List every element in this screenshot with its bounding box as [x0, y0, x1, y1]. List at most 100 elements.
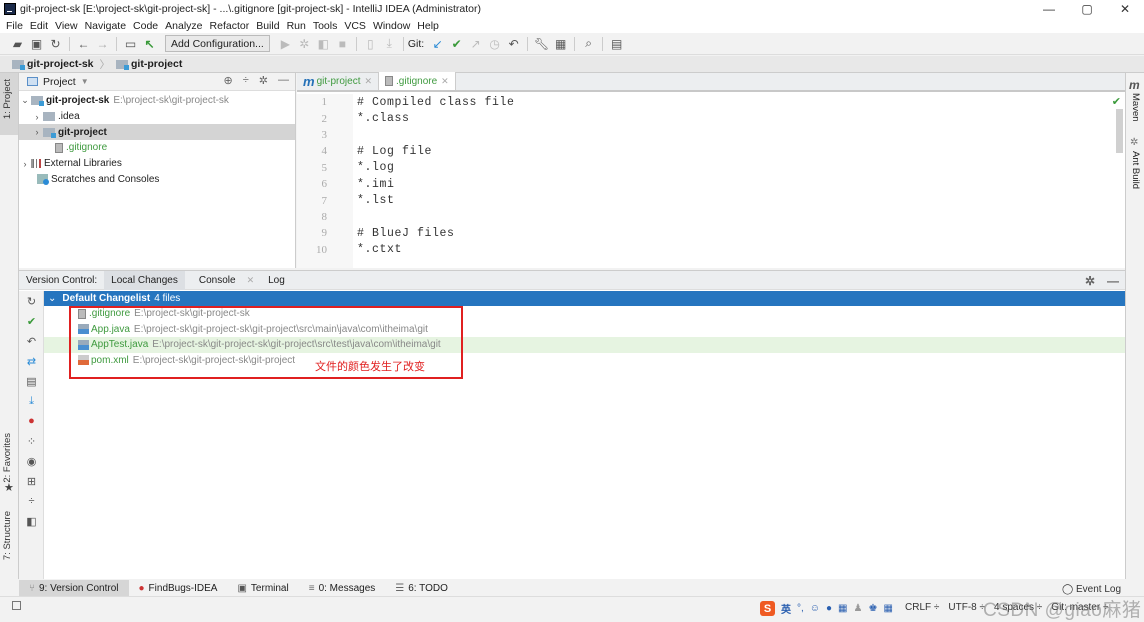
- line-separator-widget[interactable]: CRLF ÷: [905, 602, 939, 613]
- vcs-operations-icon[interactable]: ▤: [607, 35, 626, 53]
- menu-help[interactable]: Help: [417, 20, 439, 32]
- rollback-icon[interactable]: ↶: [504, 35, 523, 53]
- breadcrumb-item-root[interactable]: git-project-sk: [27, 58, 94, 70]
- collapse-all-icon[interactable]: ÷: [243, 74, 249, 87]
- project-structure-icon[interactable]: ▦: [551, 35, 570, 53]
- tree-item[interactable]: Scratches and Consoles: [19, 171, 295, 187]
- changelist-header[interactable]: ⌄ Default Changelist 4 files: [44, 291, 1125, 306]
- close-icon[interactable]: ✕: [247, 271, 255, 290]
- encoding-widget[interactable]: UTF-8 ÷: [948, 602, 985, 613]
- tab-gitignore[interactable]: .gitignore ✕: [379, 72, 456, 90]
- tab-log[interactable]: Log: [261, 271, 292, 290]
- ant-build-tool-tab[interactable]: Ant Build: [1130, 151, 1141, 189]
- locate-icon[interactable]: ⊕: [224, 74, 233, 87]
- run-icon[interactable]: ▶: [276, 35, 295, 53]
- tree-item[interactable]: › External Libraries: [19, 156, 295, 172]
- menu-vcs[interactable]: VCS: [344, 20, 366, 32]
- open-folder-icon[interactable]: ▰: [8, 35, 27, 53]
- tree-item[interactable]: .gitignore: [19, 140, 295, 156]
- group-by-icon[interactable]: ⁘: [19, 431, 44, 451]
- chevron-right-icon[interactable]: ›: [19, 159, 31, 169]
- hide-icon[interactable]: —: [1107, 274, 1119, 288]
- tab-git-project[interactable]: m git-project ✕: [297, 72, 380, 90]
- changelist-icon[interactable]: ▤: [19, 371, 44, 391]
- favorites-tool-tab[interactable]: 2: Favorites: [2, 433, 13, 483]
- commit-icon[interactable]: ✔: [19, 311, 44, 331]
- chevron-right-icon[interactable]: ›: [31, 112, 43, 122]
- tab-local-changes[interactable]: Local Changes: [104, 270, 185, 290]
- collapse-all-icon[interactable]: ÷: [19, 491, 44, 511]
- project-view-selector[interactable]: Project: [43, 76, 76, 88]
- expand-all-icon[interactable]: ⊞: [19, 471, 44, 491]
- emoji-icon[interactable]: ☺: [810, 603, 820, 614]
- menu-tools[interactable]: Tools: [313, 20, 338, 32]
- event-log-button[interactable]: ◯ Event Log: [1062, 584, 1121, 595]
- breadcrumb-item-module[interactable]: git-project: [131, 58, 182, 70]
- shelve-icon[interactable]: ⤓: [19, 391, 44, 411]
- menu-code[interactable]: Code: [133, 20, 158, 32]
- findbugs-icon[interactable]: ●: [19, 411, 44, 431]
- add-configuration-button[interactable]: Add Configuration...: [165, 35, 270, 52]
- tree-item[interactable]: ⌄ git-project-sk E:\project-sk\git-proje…: [19, 93, 295, 109]
- code-area[interactable]: 1 # Compiled class file 2 *.class 3 4 # Log…: [297, 94, 1125, 268]
- gear-icon[interactable]: ✲: [259, 74, 268, 87]
- chevron-down-icon[interactable]: ⌄: [19, 95, 31, 106]
- save-icon[interactable]: ▣: [27, 35, 46, 53]
- tab-version-control[interactable]: ⑂ 9: Version Control: [19, 580, 129, 596]
- git-update-icon[interactable]: ↙: [428, 35, 447, 53]
- chevron-right-icon[interactable]: ›: [31, 127, 43, 137]
- preview-eye-icon[interactable]: ◉: [19, 451, 44, 471]
- sync-icon[interactable]: ↻: [46, 35, 65, 53]
- download-icon[interactable]: ⤓: [380, 35, 399, 53]
- coverage-icon[interactable]: ◧: [314, 35, 333, 53]
- skin-shirt-icon[interactable]: ♚: [868, 603, 877, 614]
- git-push-icon[interactable]: ↗: [466, 35, 485, 53]
- git-commit-icon[interactable]: ✔: [447, 35, 466, 53]
- back-icon[interactable]: ←: [74, 35, 93, 53]
- close-icon[interactable]: ✕: [441, 76, 449, 87]
- toolbox-grid-icon[interactable]: ▦: [883, 603, 892, 614]
- tab-findbugs[interactable]: ● FindBugs-IDEA: [129, 580, 228, 596]
- menu-build[interactable]: Build: [256, 20, 279, 32]
- settings-wrench-icon[interactable]: 🔧︎: [532, 35, 551, 53]
- chevron-down-icon[interactable]: ▼: [81, 77, 89, 86]
- rollback-icon[interactable]: ↶: [19, 331, 44, 351]
- menu-navigate[interactable]: Navigate: [85, 20, 126, 32]
- tab-messages[interactable]: ≡ 0: Messages: [299, 580, 386, 596]
- tree-item-selected[interactable]: › git-project: [19, 124, 295, 141]
- tab-terminal[interactable]: ▣ Terminal: [227, 580, 298, 596]
- bookmark-icon[interactable]: ▯: [361, 35, 380, 53]
- history-icon[interactable]: ◷: [485, 35, 504, 53]
- menu-file[interactable]: File: [6, 20, 23, 32]
- close-button[interactable]: ✕: [1106, 0, 1144, 18]
- project-tool-tab[interactable]: 1: Project: [2, 79, 13, 119]
- chevron-down-icon[interactable]: ⌄: [48, 293, 56, 304]
- sogou-ime-icon[interactable]: S: [760, 601, 775, 616]
- structure-tool-tab[interactable]: 7: Structure: [2, 511, 13, 560]
- refresh-icon[interactable]: ↻: [19, 291, 44, 311]
- stop-icon[interactable]: ■: [333, 35, 352, 53]
- minimize-button[interactable]: —: [1030, 0, 1068, 18]
- menu-view[interactable]: View: [55, 20, 78, 32]
- restore-button[interactable]: ▢: [1068, 0, 1106, 18]
- gear-icon[interactable]: ✲: [1085, 274, 1095, 288]
- menu-run[interactable]: Run: [287, 20, 306, 32]
- menu-window[interactable]: Window: [373, 20, 410, 32]
- punctuation-icon[interactable]: °,: [797, 603, 804, 614]
- tree-item[interactable]: › .idea: [19, 109, 295, 125]
- user-icon[interactable]: ♟: [854, 603, 863, 614]
- keyboard-icon[interactable]: ▦: [838, 603, 847, 614]
- debug-icon[interactable]: ✲: [295, 35, 314, 53]
- show-diff-icon[interactable]: ⇄: [19, 351, 44, 371]
- menu-edit[interactable]: Edit: [30, 20, 48, 32]
- menu-analyze[interactable]: Analyze: [165, 20, 202, 32]
- microphone-icon[interactable]: ●: [826, 603, 832, 614]
- terminal-frame-icon[interactable]: ▭: [121, 35, 140, 53]
- tab-todo[interactable]: ☰ 6: TODO: [385, 580, 458, 596]
- build-hammer-icon[interactable]: ↖: [140, 35, 159, 53]
- preview-diff-icon[interactable]: ◧: [19, 511, 44, 531]
- maven-tool-tab[interactable]: Maven: [1130, 93, 1141, 122]
- close-icon[interactable]: ✕: [364, 76, 372, 87]
- toggle-tool-windows-icon[interactable]: [12, 601, 21, 610]
- ime-language[interactable]: 英: [781, 601, 791, 616]
